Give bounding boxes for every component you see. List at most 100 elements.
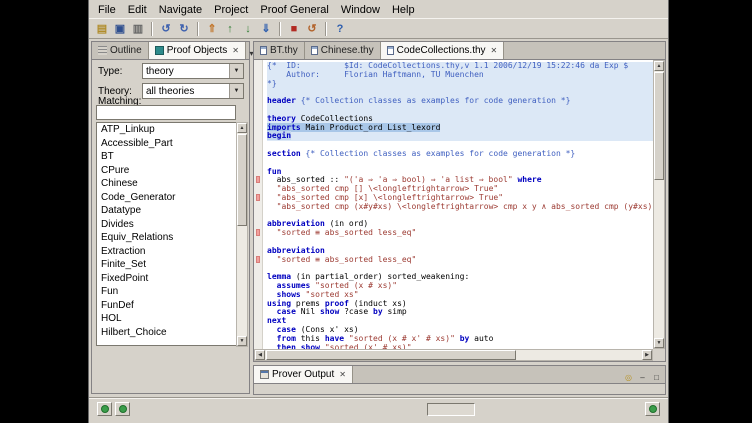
editor-body: {* ID: $Id: CodeCollections.thy,v 1.1 20… — [254, 60, 665, 361]
code-area[interactable]: {* ID: $Id: CodeCollections.thy,v 1.1 20… — [264, 60, 653, 349]
editor-tab-chinese-thy[interactable]: Chinese.thy — [305, 42, 381, 59]
menu-item-project[interactable]: Project — [208, 3, 254, 17]
type-label: Type: — [98, 66, 122, 77]
application-window: FileEditNavigateProjectProof GeneralWind… — [88, 0, 669, 423]
chevron-down-icon[interactable]: ▼ — [229, 84, 243, 98]
print-icon[interactable]: ▥ — [129, 20, 147, 37]
scroll-thumb[interactable] — [237, 134, 247, 226]
menu-item-edit[interactable]: Edit — [122, 3, 153, 17]
save-icon[interactable]: ▣ — [111, 20, 129, 37]
chevron-down-icon[interactable]: ▼ — [229, 64, 243, 78]
scrollbar-corner — [653, 349, 665, 361]
scripting-status-icon — [119, 405, 127, 413]
list-item[interactable]: HOL — [97, 312, 236, 326]
theory-dropdown-value: all theories — [146, 86, 194, 97]
tab-label: Prover Output — [272, 369, 334, 380]
restart-prover-icon[interactable]: ↺ — [303, 20, 321, 37]
left-tabbar: Outline Proof Objects ✕ ▾ – □ — [92, 42, 249, 60]
menubar: FileEditNavigateProjectProof GeneralWind… — [89, 1, 668, 18]
list-item[interactable]: Equiv_Relations — [97, 231, 236, 245]
list-item[interactable]: Code_Generator — [97, 191, 236, 205]
view-toolbar: ◎ – □ — [623, 372, 665, 383]
tab-prover-output[interactable]: Prover Output ✕ — [254, 366, 353, 383]
list-item[interactable]: Accessible_Part — [97, 137, 236, 151]
list-item[interactable]: BT — [97, 150, 236, 164]
proof-objects-view: Outline Proof Objects ✕ ▾ – □ Type: theo… — [91, 41, 250, 394]
console-icon — [260, 370, 269, 379]
scroll-lock-icon[interactable]: ◎ — [623, 372, 634, 383]
menu-item-proof-general[interactable]: Proof General — [254, 3, 334, 17]
list-item[interactable]: FixedPoint — [97, 272, 236, 286]
scroll-thumb[interactable] — [266, 350, 516, 360]
scroll-up-icon[interactable]: ▲ — [237, 123, 247, 133]
proof-objects-body: Type: theory ▼ Theory: all theories ▼ — [92, 60, 249, 393]
proof-goto-end-icon[interactable]: ⇓ — [257, 20, 275, 37]
code-line: section {* Collection classes as example… — [267, 150, 653, 159]
list-item[interactable]: CPure — [97, 164, 236, 178]
code-line: *} — [267, 80, 653, 89]
list-scrollbar[interactable]: ▲ ▼ — [236, 122, 248, 347]
maximize-icon[interactable]: □ — [651, 372, 662, 383]
list-item[interactable]: Divides — [97, 218, 236, 232]
theory-dropdown[interactable]: all theories ▼ — [142, 83, 244, 99]
list-item[interactable]: Fun — [97, 285, 236, 299]
pg-trim-icon-1[interactable] — [97, 402, 112, 416]
redo-icon[interactable]: ↻ — [175, 20, 193, 37]
proof-next-step-icon[interactable]: ↓ — [239, 20, 257, 37]
scroll-up-icon[interactable]: ▲ — [654, 61, 664, 71]
scroll-down-icon[interactable]: ▼ — [237, 336, 247, 346]
error-marker — [256, 176, 260, 183]
menu-item-file[interactable]: File — [92, 3, 122, 17]
type-dropdown[interactable]: theory ▼ — [142, 63, 244, 79]
menu-item-navigate[interactable]: Navigate — [153, 3, 208, 17]
help-icon[interactable]: ? — [331, 20, 349, 37]
interrupt-icon[interactable]: ■ — [285, 20, 303, 37]
code-line: "abs_sorted cmp (x#y#xs) \<longleftright… — [267, 203, 653, 212]
scroll-left-icon[interactable]: ◀ — [255, 350, 265, 360]
new-wizard-icon[interactable]: ▤ — [93, 20, 111, 37]
list-item[interactable]: FunDef — [97, 299, 236, 313]
matching-input[interactable] — [96, 105, 236, 120]
close-icon[interactable]: ✕ — [232, 46, 239, 55]
tab-label: Outline — [110, 45, 142, 56]
editor-vertical-scrollbar[interactable]: ▲ ▼ — [653, 60, 665, 349]
theory-list: ATP_LinkupAccessible_PartBTCPureChineseC… — [96, 122, 236, 346]
menu-item-help[interactable]: Help — [386, 3, 421, 17]
pg-trim-icon-2[interactable] — [115, 402, 130, 416]
close-icon[interactable]: ✕ — [339, 370, 346, 379]
error-marker — [256, 256, 260, 263]
code-line: header {* Collection classes as examples… — [267, 97, 653, 106]
editor-tab-bt-thy[interactable]: BT.thy — [254, 42, 305, 59]
list-item[interactable]: ATP_Linkup — [97, 123, 236, 137]
close-icon[interactable]: ✕ — [491, 46, 498, 55]
outline-icon — [98, 46, 107, 55]
error-marker — [256, 229, 260, 236]
undo-icon[interactable]: ↺ — [157, 20, 175, 37]
list-item[interactable]: Datatype — [97, 204, 236, 218]
toolbar-separator — [325, 22, 327, 36]
minimize-icon[interactable]: – — [637, 372, 648, 383]
tab-outline[interactable]: Outline — [92, 42, 149, 59]
status-bar — [89, 398, 668, 418]
proof-undo-step-icon[interactable]: ↑ — [221, 20, 239, 37]
scroll-down-icon[interactable]: ▼ — [654, 338, 664, 348]
code-line: "sorted ≡ abs_sorted less_eq" — [267, 256, 653, 265]
file-icon — [387, 46, 394, 55]
file-icon — [311, 46, 318, 55]
tab-label: Proof Objects — [167, 45, 228, 56]
scroll-thumb[interactable] — [654, 72, 664, 180]
editor-horizontal-scrollbar[interactable]: ◀ ▶ — [254, 349, 653, 361]
list-item[interactable]: Chinese — [97, 177, 236, 191]
scroll-right-icon[interactable]: ▶ — [642, 350, 652, 360]
type-dropdown-value: theory — [146, 66, 174, 77]
trim-icon-right[interactable] — [645, 402, 660, 416]
toolbar: ▤▣▥↺↻⇑↑↓⇓■↺? — [89, 18, 668, 39]
proof-goto-start-icon[interactable]: ⇑ — [203, 20, 221, 37]
tab-proof-objects[interactable]: Proof Objects ✕ — [149, 42, 246, 59]
menu-item-window[interactable]: Window — [335, 3, 386, 17]
proof-objects-icon — [155, 46, 164, 55]
list-item[interactable]: Extraction — [97, 245, 236, 259]
editor-tab-codecollections-thy[interactable]: CodeCollections.thy✕ — [381, 42, 505, 59]
list-item[interactable]: Hilbert_Choice — [97, 326, 236, 340]
list-item[interactable]: Finite_Set — [97, 258, 236, 272]
